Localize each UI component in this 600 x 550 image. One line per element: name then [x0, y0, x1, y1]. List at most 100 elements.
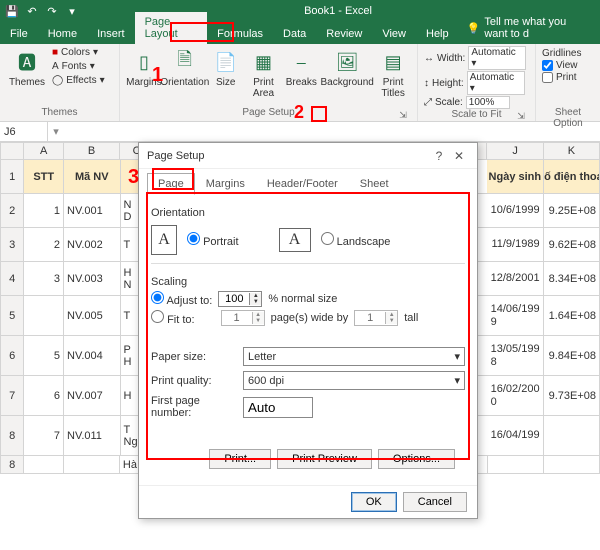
adjust-spinner[interactable]: ▲▼: [218, 291, 262, 307]
col-A[interactable]: A: [24, 142, 63, 160]
width-select[interactable]: Automatic ▾: [468, 46, 526, 70]
cell-ma[interactable]: NV.003: [64, 262, 120, 296]
close-icon[interactable]: ✕: [449, 149, 469, 163]
height-select[interactable]: Automatic ▾: [467, 71, 525, 95]
tab-review[interactable]: Review: [316, 24, 372, 44]
help-button[interactable]: ?: [429, 149, 449, 163]
scale-launcher-icon[interactable]: ⇲: [515, 110, 527, 122]
tab-file[interactable]: File: [0, 24, 38, 44]
cell-stt[interactable]: 5: [24, 336, 64, 376]
options-button[interactable]: Options...: [378, 449, 455, 469]
tab-page-layout[interactable]: Page Layout: [135, 12, 208, 44]
tab-insert[interactable]: Insert: [87, 24, 135, 44]
cell-j[interactable]: 14/06/199 9: [487, 296, 543, 336]
ok-button[interactable]: OK: [351, 492, 397, 512]
themes-button[interactable]: 🅰 Themes: [6, 46, 48, 88]
tab-help[interactable]: Help: [416, 24, 459, 44]
cell-stt[interactable]: 6: [24, 376, 64, 416]
size-button[interactable]: 📄Size: [208, 46, 244, 88]
rowhdr[interactable]: 8: [0, 416, 24, 456]
cell-stt[interactable]: [24, 296, 64, 336]
rowhdr[interactable]: 2: [0, 194, 24, 228]
cell-j[interactable]: 12/8/2001: [487, 262, 543, 296]
cell-k[interactable]: [544, 416, 600, 456]
fit-wide-spinner[interactable]: ▲▼: [221, 310, 265, 326]
paper-size-select[interactable]: Letter▾: [243, 347, 465, 366]
cell-ma[interactable]: NV.005: [64, 296, 120, 336]
print-button[interactable]: Print...: [209, 449, 271, 469]
rowhdr[interactable]: 4: [0, 262, 24, 296]
name-box[interactable]: J6: [0, 122, 48, 141]
undo-icon[interactable]: ↶: [24, 3, 40, 19]
background-button[interactable]: 🖼Background: [321, 46, 373, 88]
fonts-button[interactable]: AFonts▾: [50, 60, 107, 73]
breaks-button[interactable]: ⎯Breaks: [283, 46, 319, 88]
effects-button[interactable]: ◯Effects▾: [50, 74, 107, 87]
cell-ma[interactable]: NV.001: [64, 194, 120, 228]
cell-ma[interactable]: NV.007: [64, 376, 120, 416]
cell-k[interactable]: 9.25E+08: [544, 194, 600, 228]
scale-input[interactable]: 100%: [466, 96, 510, 109]
cell-stt[interactable]: 1: [24, 194, 64, 228]
print-preview-button[interactable]: Print Preview: [277, 449, 372, 469]
cell-j[interactable]: 16/04/199: [487, 416, 543, 456]
cell-k[interactable]: 9.73E+08: [544, 376, 600, 416]
portrait-radio[interactable]: Portrait: [187, 232, 239, 248]
rowhdr[interactable]: 5: [0, 296, 24, 336]
col-K[interactable]: K: [544, 142, 600, 160]
tab-data[interactable]: Data: [273, 24, 316, 44]
print-area-button[interactable]: ▦Print Area: [246, 46, 282, 99]
rowhdr[interactable]: 7: [0, 376, 24, 416]
orientation-button[interactable]: 🗎Orientation: [164, 46, 206, 88]
hdr-stt[interactable]: STT: [24, 160, 64, 194]
tab-formulas[interactable]: Formulas: [207, 24, 273, 44]
save-icon[interactable]: 💾: [4, 3, 20, 19]
cell-k[interactable]: 8.34E+08: [544, 262, 600, 296]
cell-stt[interactable]: 7: [24, 416, 64, 456]
cell-j[interactable]: 11/9/1989: [487, 228, 543, 262]
cell-ma[interactable]: NV.004: [64, 336, 120, 376]
cell-j[interactable]: 13/05/199 8: [487, 336, 543, 376]
fit-tall-spinner[interactable]: ▲▼: [354, 310, 398, 326]
colors-button[interactable]: ■Colors▾: [50, 46, 107, 59]
cell-k[interactable]: 1.64E+08: [544, 296, 600, 336]
col-B[interactable]: B: [64, 142, 120, 160]
tab-home[interactable]: Home: [38, 24, 87, 44]
print-quality-select[interactable]: 600 dpi▾: [243, 371, 465, 390]
hdr-ngay[interactable]: Ngày sinh: [487, 160, 543, 194]
tell-me[interactable]: 💡Tell me what you want to d: [459, 12, 600, 44]
cell-k[interactable]: 9.84E+08: [544, 336, 600, 376]
select-all-corner[interactable]: [0, 142, 24, 160]
dlg-tab-page[interactable]: Page: [147, 173, 195, 195]
cell-ma[interactable]: NV.002: [64, 228, 120, 262]
first-page-input[interactable]: [243, 397, 313, 418]
dlg-tab-sheet[interactable]: Sheet: [349, 173, 400, 195]
tab-view[interactable]: View: [372, 24, 416, 44]
adjust-to-radio[interactable]: Adjust to:: [151, 291, 212, 307]
rowhdr-1[interactable]: 1: [0, 160, 24, 194]
redo-icon[interactable]: ↷: [44, 3, 60, 19]
cell-k[interactable]: 9.62E+08: [544, 228, 600, 262]
rowhdr-8[interactable]: 8: [0, 456, 24, 474]
cell-stt[interactable]: 3: [24, 262, 64, 296]
rowhdr[interactable]: 3: [0, 228, 24, 262]
gridlines-view-check[interactable]: [542, 60, 553, 71]
hdr-ma[interactable]: Mã NV: [64, 160, 120, 194]
cell-j[interactable]: 10/6/1999: [487, 194, 543, 228]
page-setup-launcher-icon[interactable]: ⇲: [397, 109, 409, 121]
cancel-button[interactable]: Cancel: [403, 492, 467, 512]
cell-stt[interactable]: 2: [24, 228, 64, 262]
namebox-dropdown-icon[interactable]: ▾: [48, 125, 64, 138]
fit-to-radio[interactable]: Fit to:: [151, 310, 195, 326]
cell-ma[interactable]: NV.011: [64, 416, 120, 456]
col-J[interactable]: J: [487, 142, 543, 160]
qat-dropdown-icon[interactable]: ▾: [64, 3, 80, 19]
cell-j[interactable]: 16/02/200 0: [487, 376, 543, 416]
dlg-tab-margins[interactable]: Margins: [195, 173, 256, 195]
gridlines-print-check[interactable]: [542, 72, 553, 83]
print-titles-button[interactable]: ▤Print Titles: [375, 46, 411, 99]
dlg-tab-headerfooter[interactable]: Header/Footer: [256, 173, 349, 195]
landscape-radio[interactable]: Landscape: [321, 232, 391, 248]
rowhdr[interactable]: 6: [0, 336, 24, 376]
hdr-sdt[interactable]: Số điện thoại: [544, 160, 600, 194]
